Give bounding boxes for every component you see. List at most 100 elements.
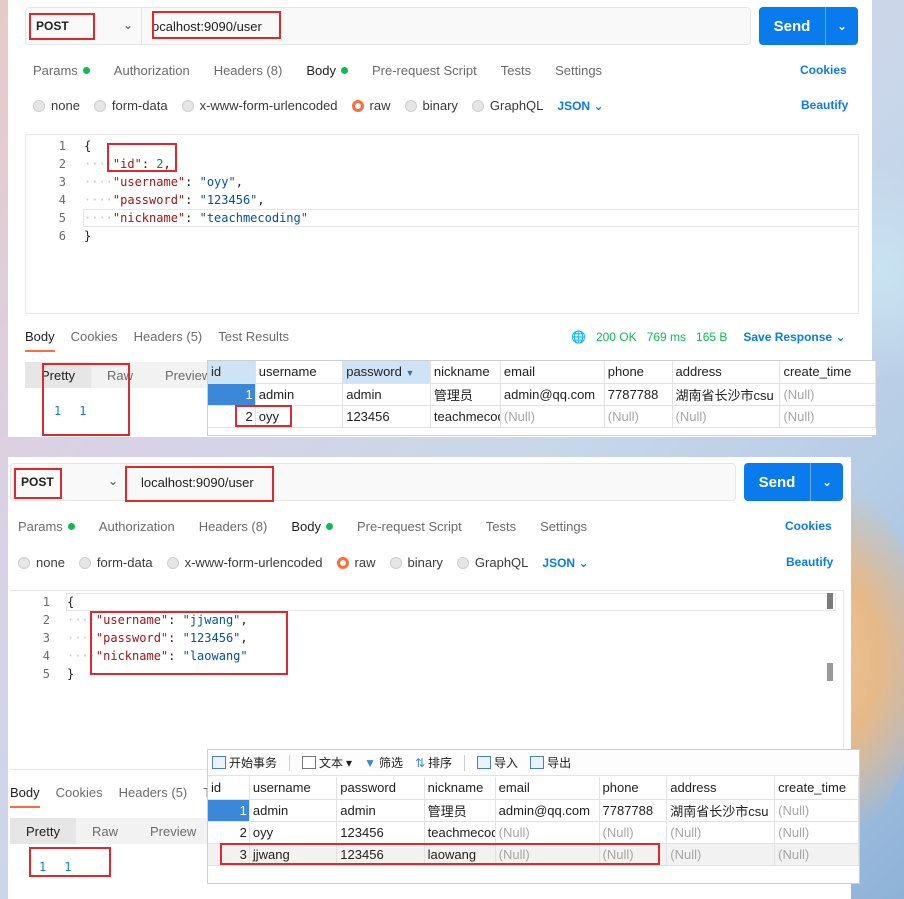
column-header[interactable]: phone bbox=[604, 361, 673, 384]
radio-none[interactable]: none bbox=[33, 98, 80, 113]
column-header[interactable]: create_time bbox=[779, 361, 876, 384]
column-header[interactable]: phone bbox=[599, 777, 668, 800]
table-cell[interactable]: (Null) bbox=[604, 405, 673, 428]
table-cell[interactable]: 管理员 bbox=[430, 383, 501, 406]
radio-graphql[interactable]: GraphQL bbox=[471, 98, 543, 113]
filter-button[interactable]: ▼ 筛选 bbox=[364, 754, 403, 771]
chevron-down-icon[interactable]: ⌄ bbox=[826, 19, 858, 33]
table-cell[interactable]: 123456 bbox=[336, 821, 425, 844]
table-cell[interactable]: (Null) bbox=[599, 821, 668, 844]
tab-response-headers[interactable]: Headers (5) bbox=[119, 785, 188, 808]
radio-none[interactable]: none bbox=[18, 555, 65, 570]
table-cell[interactable]: teachmecoding bbox=[430, 405, 501, 428]
table-cell[interactable]: 1 bbox=[208, 383, 256, 406]
table-cell[interactable]: 湖南省长沙市csu bbox=[666, 799, 776, 822]
export-button[interactable]: 导出 bbox=[530, 754, 571, 771]
scrollbar-thumb[interactable] bbox=[827, 593, 833, 609]
table-cell[interactable]: (Null) bbox=[666, 821, 776, 844]
table-cell[interactable]: (Null) bbox=[672, 405, 781, 428]
tab-response-cookies[interactable]: Cookies bbox=[56, 785, 103, 808]
table-row[interactable]: 2 oyy 123456 teachmecoding (Null) (Null)… bbox=[208, 821, 859, 844]
radio-binary[interactable]: binary bbox=[389, 555, 443, 570]
table-cell[interactable]: oyy bbox=[249, 821, 338, 844]
tab-headers[interactable]: Headers (8) bbox=[214, 63, 283, 78]
tab-response-body[interactable]: Body bbox=[25, 329, 55, 352]
column-header[interactable]: password bbox=[336, 777, 425, 800]
table-cell[interactable]: (Null) bbox=[500, 405, 605, 428]
json-type-dropdown[interactable]: JSON ⌄ bbox=[542, 556, 588, 570]
tab-body[interactable]: Body bbox=[306, 63, 348, 78]
radio-urlencoded[interactable]: x-www-form-urlencoded bbox=[166, 555, 323, 570]
cookies-link[interactable]: Cookies bbox=[785, 519, 832, 533]
send-button[interactable]: Send ⌄ bbox=[759, 7, 858, 45]
send-button[interactable]: Send ⌄ bbox=[744, 463, 843, 501]
text-button[interactable]: 文本 ▾ bbox=[302, 754, 352, 771]
table-row[interactable]: 1 admin admin 管理员 admin@qq.com 7787788 湖… bbox=[208, 799, 859, 822]
column-header[interactable]: username bbox=[249, 777, 338, 800]
table-cell[interactable]: (Null) bbox=[774, 821, 859, 844]
radio-form-data[interactable]: form-data bbox=[93, 98, 168, 113]
tab-params[interactable]: Params bbox=[33, 63, 90, 78]
column-header[interactable]: create_time bbox=[774, 777, 859, 800]
column-header-id[interactable]: id bbox=[208, 361, 256, 384]
table-cell[interactable]: 湖南省长沙市csu bbox=[672, 383, 781, 406]
table-cell[interactable]: admin bbox=[255, 383, 344, 406]
column-header[interactable]: username bbox=[255, 361, 344, 384]
table-cell[interactable]: 7787788 bbox=[604, 383, 673, 406]
beautify-link[interactable]: Beautify bbox=[786, 555, 833, 569]
column-header[interactable]: email bbox=[495, 777, 600, 800]
table-cell[interactable]: (Null) bbox=[774, 843, 859, 866]
format-pretty[interactable]: Pretty bbox=[10, 818, 76, 844]
format-preview[interactable]: Preview bbox=[134, 824, 212, 839]
table-cell[interactable]: (Null) bbox=[666, 843, 776, 866]
radio-urlencoded[interactable]: x-www-form-urlencoded bbox=[181, 98, 338, 113]
table-cell[interactable]: (Null) bbox=[779, 405, 876, 428]
radio-binary[interactable]: binary bbox=[404, 98, 458, 113]
table-cell[interactable]: 2 bbox=[208, 821, 250, 844]
tab-settings[interactable]: Settings bbox=[540, 519, 587, 534]
sort-button[interactable]: ⇅ 排序 bbox=[415, 754, 452, 771]
radio-raw[interactable]: raw bbox=[351, 98, 391, 113]
import-button[interactable]: 导入 bbox=[477, 754, 518, 771]
save-response-button[interactable]: Save Response ⌄ bbox=[743, 330, 845, 344]
tab-body[interactable]: Body bbox=[291, 519, 333, 534]
table-cell[interactable]: admin bbox=[249, 799, 338, 822]
table-cell[interactable]: (Null) bbox=[779, 383, 876, 406]
chevron-down-icon[interactable]: ⌄ bbox=[811, 475, 843, 489]
tab-authorization[interactable]: Authorization bbox=[99, 519, 175, 534]
table-cell[interactable]: (Null) bbox=[495, 821, 600, 844]
column-header[interactable]: nickname bbox=[424, 777, 496, 800]
table-cell[interactable]: admin@qq.com bbox=[500, 383, 605, 406]
table-cell[interactable]: (Null) bbox=[774, 799, 859, 822]
table-cell[interactable]: teachmecoding bbox=[424, 821, 496, 844]
tab-response-headers[interactable]: Headers (5) bbox=[134, 329, 203, 352]
table-cell[interactable]: admin bbox=[342, 383, 431, 406]
radio-graphql[interactable]: GraphQL bbox=[456, 555, 528, 570]
column-header[interactable]: password ▼ bbox=[342, 361, 431, 384]
tab-response-body[interactable]: Body bbox=[10, 785, 40, 808]
table-cell[interactable]: 管理员 bbox=[424, 799, 496, 822]
format-raw[interactable]: Raw bbox=[76, 824, 134, 839]
tab-test-results[interactable]: Test Results bbox=[218, 329, 289, 352]
radio-form-data[interactable]: form-data bbox=[78, 555, 153, 570]
tab-authorization[interactable]: Authorization bbox=[114, 63, 190, 78]
table-cell[interactable]: 123456 bbox=[342, 405, 431, 428]
tab-prerequest[interactable]: Pre-request Script bbox=[372, 63, 477, 78]
tab-response-cookies[interactable]: Cookies bbox=[71, 329, 118, 352]
table-row[interactable]: 1 admin admin 管理员 admin@qq.com 7787788 湖… bbox=[208, 383, 876, 406]
column-header[interactable]: nickname bbox=[430, 361, 501, 384]
table-cell[interactable]: admin@qq.com bbox=[495, 799, 600, 822]
begin-transaction-button[interactable]: 开始事务 bbox=[212, 754, 277, 771]
column-header[interactable]: address bbox=[672, 361, 781, 384]
beautify-link[interactable]: Beautify bbox=[801, 98, 848, 112]
tab-prerequest[interactable]: Pre-request Script bbox=[357, 519, 462, 534]
column-header[interactable]: address bbox=[666, 777, 776, 800]
tab-params[interactable]: Params bbox=[18, 519, 75, 534]
tab-tests[interactable]: Tests bbox=[486, 519, 516, 534]
column-header-id[interactable]: id bbox=[208, 777, 250, 800]
cookies-link[interactable]: Cookies bbox=[800, 63, 847, 77]
radio-raw[interactable]: raw bbox=[336, 555, 376, 570]
tab-tests[interactable]: Tests bbox=[501, 63, 531, 78]
scrollbar-thumb[interactable] bbox=[827, 663, 833, 681]
json-type-dropdown[interactable]: JSON ⌄ bbox=[557, 99, 603, 113]
